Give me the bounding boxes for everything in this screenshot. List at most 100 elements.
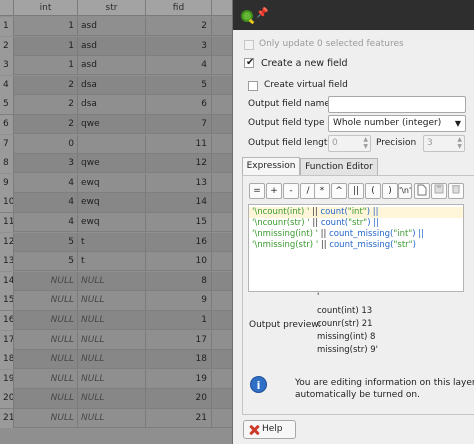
cell-int[interactable]: 2 [14, 75, 78, 95]
cell-int[interactable]: 5 [14, 232, 78, 252]
power-button[interactable]: ^ [331, 183, 347, 199]
cell-str[interactable]: t [78, 252, 146, 272]
cell-str[interactable]: asd [78, 17, 146, 36]
cell-int[interactable]: 0 [14, 134, 78, 154]
table-row[interactable]: 4 2 dsa 5 [0, 75, 232, 95]
cell-fid[interactable]: 11 [146, 134, 212, 154]
cell-int[interactable]: NULL [14, 409, 78, 428]
cell-fid[interactable]: 5 [146, 75, 212, 95]
table-row[interactable]: 14 NULL NULL 8 [0, 271, 232, 291]
cell-str[interactable]: NULL [78, 330, 146, 350]
cell-str[interactable]: NULL [78, 271, 146, 291]
cell-fid[interactable]: 20 [146, 389, 212, 409]
cell-int[interactable]: 1 [14, 36, 78, 56]
precision-spinbox[interactable]: 3 ▲ ▼ [423, 135, 465, 152]
table-row[interactable]: 13 5 t 10 [0, 252, 232, 272]
table-row[interactable]: 21 NULL NULL 21 [0, 409, 232, 429]
table-row[interactable]: 10 4 ewq 14 [0, 193, 232, 213]
cell-fid[interactable]: 21 [146, 409, 212, 428]
table-row[interactable]: 20 NULL NULL 20 [0, 389, 232, 409]
table-row[interactable]: 5 2 dsa 6 [0, 95, 232, 115]
cell-fid[interactable]: 14 [146, 193, 212, 213]
tab-function-editor[interactable]: Function Editor [300, 158, 378, 176]
table-row[interactable]: 7 0 11 [0, 134, 232, 154]
cell-fid[interactable]: 13 [146, 173, 212, 193]
cell-int[interactable]: 3 [14, 154, 78, 174]
cell-int[interactable]: NULL [14, 330, 78, 350]
newline-button[interactable]: '\n' [398, 183, 412, 199]
minus-button[interactable]: - [283, 183, 299, 199]
table-row[interactable]: 6 2 qwe 7 [0, 115, 232, 135]
cell-fid[interactable]: 9 [146, 291, 212, 311]
cell-fid[interactable]: 10 [146, 252, 212, 272]
table-row[interactable]: 11 4 ewq 15 [0, 213, 232, 233]
cell-fid[interactable]: 18 [146, 350, 212, 370]
cell-fid[interactable]: 19 [146, 369, 212, 389]
equals-button[interactable]: = [249, 183, 265, 199]
cell-str[interactable]: ewq [78, 213, 146, 232]
cell-str[interactable]: NULL [78, 409, 146, 428]
cell-int[interactable]: NULL [14, 389, 78, 409]
cell-fid[interactable]: 4 [146, 56, 212, 76]
new-file-button[interactable] [414, 183, 430, 199]
cell-str[interactable]: qwe [78, 115, 146, 134]
cell-fid[interactable]: 17 [146, 330, 212, 350]
table-row[interactable]: 2 1 asd 3 [0, 36, 232, 56]
concat-button[interactable]: || [348, 183, 364, 199]
expression-editor[interactable]: '\ncount(int) ' || count("int") || '\nco… [248, 204, 464, 292]
create-new-field-checkbox[interactable]: ✔ [244, 57, 254, 68]
table-row[interactable]: 19 NULL NULL 19 [0, 369, 232, 389]
cell-int[interactable]: 4 [14, 173, 78, 193]
cell-str[interactable]: asd [78, 36, 146, 56]
cell-int[interactable]: 2 [14, 95, 78, 115]
help-button[interactable]: Help [243, 420, 296, 439]
open-paren-button[interactable]: ( [365, 183, 381, 199]
cell-int[interactable]: NULL [14, 350, 78, 370]
tab-expression[interactable]: Expression [242, 157, 300, 175]
cell-str[interactable]: ewq [78, 173, 146, 193]
multiply-button[interactable]: * [314, 183, 330, 199]
cell-int[interactable]: 1 [14, 17, 78, 36]
cell-int[interactable]: NULL [14, 291, 78, 311]
table-row[interactable]: 17 NULL NULL 17 [0, 330, 232, 350]
cell-str[interactable]: asd [78, 56, 146, 76]
cell-int[interactable]: 4 [14, 213, 78, 232]
cell-str[interactable]: qwe [78, 154, 146, 174]
pin-icon[interactable]: 📌 [256, 8, 268, 19]
plus-button[interactable]: + [266, 183, 282, 199]
cell-fid[interactable]: 2 [146, 17, 212, 36]
cell-str[interactable] [78, 134, 146, 154]
cell-str[interactable]: dsa [78, 75, 146, 95]
table-row[interactable]: 16 NULL NULL 1 [0, 311, 232, 331]
cell-str[interactable]: NULL [78, 350, 146, 370]
cell-str[interactable]: NULL [78, 311, 146, 330]
table-row[interactable]: 9 4 ewq 13 [0, 173, 232, 193]
cell-fid[interactable]: 3 [146, 36, 212, 56]
cell-fid[interactable]: 6 [146, 95, 212, 115]
cell-int[interactable]: NULL [14, 271, 78, 291]
column-header-fid[interactable]: fid [146, 0, 212, 16]
output-field-type-select[interactable]: Whole number (integer) ▼ [328, 115, 466, 132]
cell-int[interactable]: 2 [14, 115, 78, 134]
cell-int[interactable]: NULL [14, 311, 78, 330]
save-file-button[interactable] [431, 183, 447, 199]
table-row[interactable]: 18 NULL NULL 18 [0, 350, 232, 370]
cell-str[interactable]: NULL [78, 369, 146, 389]
cell-fid[interactable]: 12 [146, 154, 212, 174]
cell-fid[interactable]: 7 [146, 115, 212, 134]
cell-str[interactable]: NULL [78, 291, 146, 311]
delete-file-button[interactable] [448, 183, 464, 199]
column-header-str[interactable]: str [78, 0, 146, 16]
cell-int[interactable]: 4 [14, 193, 78, 213]
cell-fid[interactable]: 8 [146, 271, 212, 291]
table-row[interactable]: 15 NULL NULL 9 [0, 291, 232, 311]
only-update-selected-checkbox[interactable] [244, 40, 254, 50]
output-field-length-spinbox[interactable]: 0 ▲ ▼ [328, 135, 371, 152]
table-row[interactable]: 3 1 asd 4 [0, 56, 232, 76]
table-row[interactable]: 1 1 asd 2 [0, 17, 232, 37]
output-field-name-input[interactable] [328, 96, 466, 113]
cell-int[interactable]: 1 [14, 56, 78, 76]
table-row[interactable]: 12 5 t 16 [0, 232, 232, 252]
column-header-int[interactable]: int [14, 0, 78, 16]
close-paren-button[interactable]: ) [382, 183, 398, 199]
